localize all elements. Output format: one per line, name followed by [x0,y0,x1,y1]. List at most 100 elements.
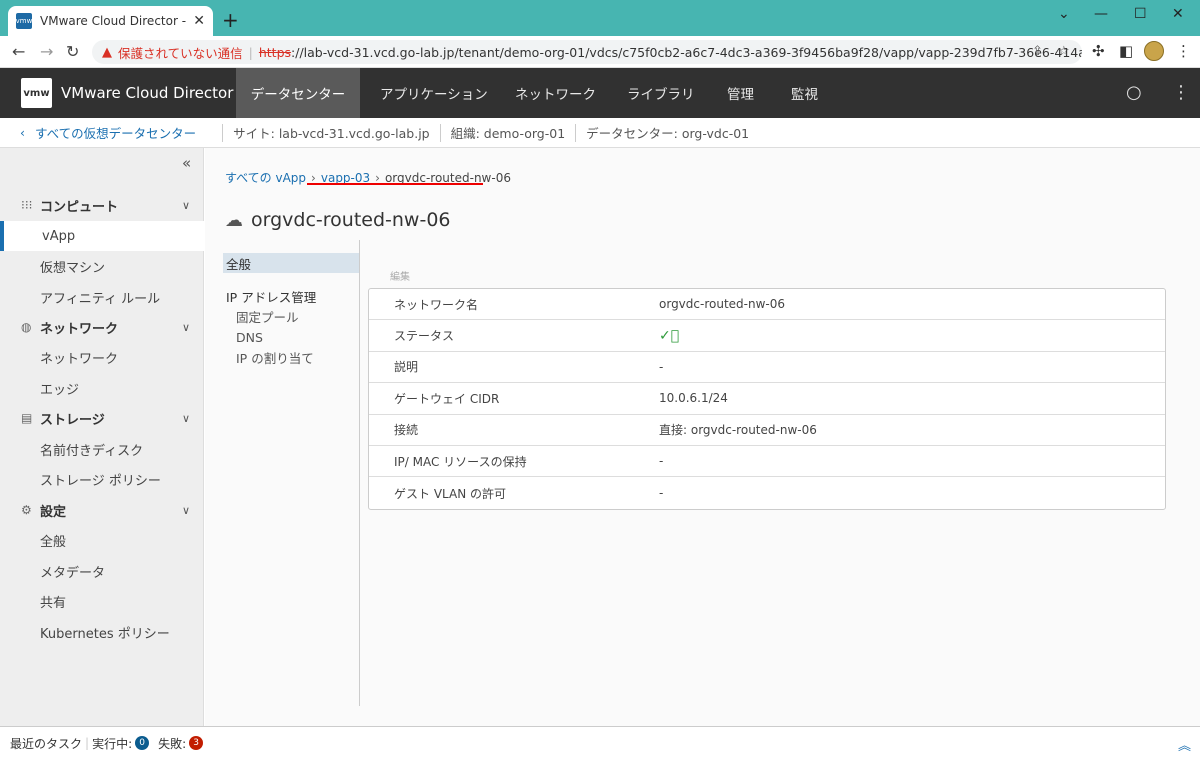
prop-value: - [659,454,664,469]
minimize-icon[interactable]: — [1094,6,1108,22]
sidebar: « ⁝⁝⁝ コンピュート ∨ vApp 仮想マシン アフィニティ ルール ◍ ネ… [0,148,204,726]
prop-key: 接続 [394,423,419,438]
sidebar-group-settings[interactable]: ⚙ 設定 ∨ [0,495,204,525]
compute-grid-icon: ⁝⁝⁝ [21,198,33,212]
profile-avatar[interactable] [1144,41,1164,61]
prop-value: 直接: orgvdc-routed-nw-06 [659,423,817,438]
expand-up-icon[interactable]: ︽ [1178,735,1191,754]
close-window-icon[interactable]: ✕ [1172,6,1184,22]
properties-table: ネットワーク名 orgvdc-routed-nw-06 ステータス ✓⃝ 説明 … [368,288,1166,510]
header-menu-icon[interactable]: ⋮ [1172,82,1190,103]
divider [439,123,441,142]
subnav-general[interactable]: 全般 [223,253,359,273]
group-label: ネットワーク [40,321,119,337]
sidebar-item-networks[interactable]: ネットワーク [0,342,204,372]
subnav-static-pool[interactable]: 固定プール [223,306,359,326]
table-row: ゲートウェイ CIDR 10.0.6.1/24 [369,383,1165,415]
share-icon[interactable]: ⇪ [1032,44,1043,59]
nav-library[interactable]: ライブラリ [627,68,695,118]
tab-close-icon[interactable]: ✕ [193,13,205,29]
forward-arrow-icon[interactable]: → [40,42,53,61]
insecure-label: 保護されていない通信 [118,45,243,61]
subnav-ip-management[interactable]: IP アドレス管理 [223,286,359,306]
back-to-all-vdc-link[interactable]: すべての仮想データセンター [35,123,196,142]
nav-admin[interactable]: 管理 [727,68,754,118]
collapse-sidebar-icon[interactable]: « [182,154,191,172]
failed-count-badge: 3 [189,736,204,750]
prop-key: ゲスト VLAN の許可 [394,486,506,501]
nav-applications[interactable]: アプリケーション [380,68,488,118]
browser-tab[interactable]: vmw VMware Cloud Director - vApp - ✕ [8,6,213,36]
sidebar-group-network[interactable]: ◍ ネットワーク ∨ [0,312,204,342]
sidebar-item-vapp[interactable]: vApp [0,221,204,251]
chevron-down-icon[interactable]: ∨ [182,199,190,212]
subnav-dns[interactable]: DNS [223,327,359,347]
subnav-divider [359,240,360,706]
context-bar: ‹ すべての仮想データセンター サイト: lab-vcd-31.vcd.go-l… [0,118,1200,148]
prop-key: 説明 [394,360,419,375]
sidebar-item-metadata[interactable]: メタデータ [0,556,204,586]
prop-value: ✓⃝ [659,328,1165,344]
status-ok-check-icon: ✓⃝ [659,327,680,344]
url-separator: | [248,44,253,60]
sidebar-item-affinity[interactable]: アフィニティ ルール [0,282,204,312]
nav-network[interactable]: ネットワーク [515,68,596,118]
nav-monitor[interactable]: 監視 [791,68,818,118]
vmware-favicon-icon: vmw [16,13,32,29]
chevron-down-icon[interactable]: ∨ [182,412,190,425]
prop-value: - [659,486,664,501]
chevron-left-icon[interactable]: ‹ [20,125,25,140]
table-row: 説明 - [369,352,1165,384]
chevron-down-icon[interactable]: ∨ [182,321,190,334]
search-icon[interactable]: ○ [1126,82,1142,103]
divider: | [85,736,90,750]
address-bar: ← → ↻ ▲ 保護されていない通信 | https ://lab-vcd-31… [0,36,1200,68]
divider [575,123,577,142]
cloud-icon: ☁ [225,209,243,231]
side-panel-icon[interactable]: ◧ [1119,42,1133,60]
prop-key: ゲートウェイ CIDR [394,391,500,406]
red-underline-annotation [307,183,483,185]
sidebar-item-sharing[interactable]: 共有 [0,586,204,616]
prop-value: 10.0.6.1/24 [659,391,728,406]
reload-icon[interactable]: ↻ [66,42,79,61]
sidebar-group-compute[interactable]: ⁝⁝⁝ コンピュート ∨ [0,190,204,220]
table-row: IP/ MAC リソースの保持 - [369,446,1165,478]
org-label: 組織: demo-org-01 [450,126,566,141]
running-count-badge: 0 [135,736,150,750]
task-footer: 最近のタスク | 実行中: 0 失敗: 3 ︽ [0,726,1200,759]
sidebar-item-named-disks[interactable]: 名前付きディスク [0,434,204,464]
extensions-puzzle-icon[interactable]: ✣ [1092,42,1105,60]
network-globe-icon: ◍ [21,320,32,334]
running-label[interactable]: 実行中: [92,735,132,752]
breadcrumb-all-vapp[interactable]: すべての vApp [225,169,306,186]
prop-key: IP/ MAC リソースの保持 [394,454,527,469]
recent-tasks-link[interactable]: 最近のタスク [10,735,82,752]
edit-link[interactable]: 編集 [390,268,410,283]
bookmark-star-icon[interactable]: ☆ [1058,44,1070,59]
nav-datacenter[interactable]: データセンター [236,68,360,118]
maximize-icon[interactable]: ☐ [1134,6,1147,22]
page-title-text: orgvdc-routed-nw-06 [251,209,451,231]
sidebar-item-k8s-policy[interactable]: Kubernetes ポリシー [0,617,204,647]
chevron-down-icon[interactable]: ⌄ [1058,6,1070,22]
sidebar-group-storage[interactable]: ▤ ストレージ ∨ [0,403,204,433]
sidebar-item-edges[interactable]: エッジ [0,373,204,403]
app-header: vmw VMware Cloud Director データセンター アプリケーシ… [0,68,1200,118]
browser-tab-bar: vmw VMware Cloud Director - vApp - ✕ + ⌄… [0,0,1200,36]
failed-label[interactable]: 失敗: [158,735,186,752]
sidebar-item-general[interactable]: 全般 [0,525,204,555]
browser-menu-icon[interactable]: ⋮ [1176,42,1191,60]
subnav-ip-allocation[interactable]: IP の割り当て [223,347,359,367]
table-row: ネットワーク名 orgvdc-routed-nw-06 [369,289,1165,321]
new-tab-button[interactable]: + [222,8,239,32]
sidebar-item-vm[interactable]: 仮想マシン [0,251,204,281]
url-text: ://lab-vcd-31.vcd.go-lab.jp/tenant/demo-… [291,44,1082,60]
warning-icon: ▲ [102,44,112,60]
back-arrow-icon[interactable]: ← [12,42,25,61]
sidebar-item-storage-policy[interactable]: ストレージ ポリシー [0,464,204,494]
storage-icon: ▤ [21,411,33,425]
url-input[interactable]: ▲ 保護されていない通信 | https ://lab-vcd-31.vcd.g… [92,40,1082,64]
chevron-down-icon[interactable]: ∨ [182,504,190,517]
url-scheme: https [258,44,292,60]
